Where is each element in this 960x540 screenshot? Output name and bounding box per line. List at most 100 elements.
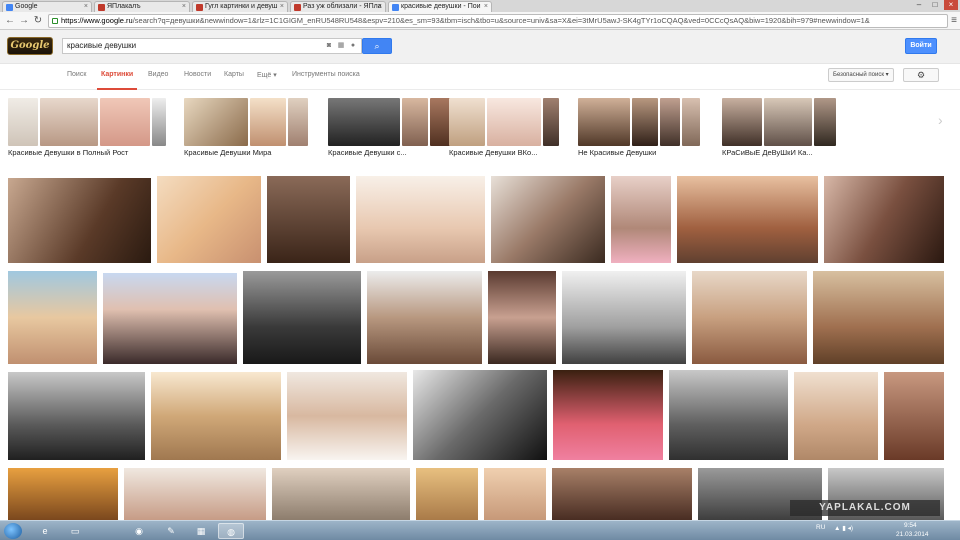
menu-icon[interactable]: ≡ — [948, 15, 960, 27]
signin-button[interactable]: Войти — [905, 38, 937, 54]
minimize-icon[interactable]: – — [912, 0, 926, 10]
image-result[interactable] — [692, 271, 807, 364]
tray-icons[interactable]: ▲ ▮ ◂) — [834, 524, 853, 532]
gear-icon[interactable]: ⚙ — [903, 68, 939, 82]
tab-images[interactable]: Картинки — [96, 71, 138, 90]
thumbnail — [449, 98, 485, 146]
related-item[interactable]: Красивые Девушки Мира — [184, 96, 308, 162]
image-result[interactable] — [243, 271, 361, 364]
related-item[interactable]: Красивые Девушки с... — [328, 96, 456, 162]
close-icon[interactable]: × — [484, 2, 488, 12]
camera-icon[interactable]: ◙ — [325, 42, 333, 50]
browser-tab[interactable]: ЯПлакалъ × — [94, 1, 190, 12]
tab-news[interactable]: Новости — [184, 71, 211, 78]
image-result[interactable] — [491, 176, 605, 263]
close-icon[interactable]: × — [182, 2, 186, 12]
image-result[interactable] — [272, 468, 410, 520]
image-result[interactable] — [356, 176, 485, 263]
image-result[interactable] — [884, 372, 944, 460]
chrome-icon[interactable]: ◍ — [218, 523, 244, 539]
url-path: /search?q=девушки&newwindow=1&rlz=1C1GIG… — [132, 16, 870, 25]
thumbnail — [814, 98, 836, 146]
close-icon[interactable]: × — [84, 2, 88, 12]
start-button[interactable] — [4, 523, 22, 539]
image-result[interactable] — [124, 468, 266, 520]
image-result[interactable] — [416, 468, 478, 520]
thumbnail — [288, 98, 308, 146]
close-icon[interactable]: × — [280, 2, 284, 12]
image-result[interactable] — [8, 271, 97, 364]
thumbnail — [660, 98, 680, 146]
thumbnail — [722, 98, 762, 146]
image-result[interactable] — [562, 271, 686, 364]
google-logo[interactable]: Google — [7, 37, 53, 55]
search-tabs: Поиск Картинки Видео Новости Карты Ещё ▾… — [0, 64, 960, 90]
image-result[interactable] — [677, 176, 818, 263]
yaplakal-favicon-icon — [196, 4, 203, 11]
image-result[interactable] — [287, 372, 407, 460]
lock-icon — [52, 18, 58, 24]
tab-search[interactable]: Поиск — [67, 71, 86, 78]
related-item[interactable]: Красивые Девушки ВКо... — [449, 96, 559, 162]
image-result[interactable] — [813, 271, 944, 364]
chevron-right-icon[interactable]: › — [938, 112, 943, 128]
image-result[interactable] — [794, 372, 878, 460]
tab-more[interactable]: Ещё ▾ — [257, 71, 277, 79]
keyboard-icon[interactable]: ▦ — [337, 42, 345, 50]
image-result[interactable] — [413, 370, 547, 460]
app-icon[interactable]: ✎ — [158, 523, 184, 539]
related-item[interactable]: КРаСиВыЕ ДеВуШкИ Ка... — [722, 96, 842, 162]
excel-icon[interactable]: ▦ — [188, 523, 214, 539]
yaplakal-favicon-icon — [294, 4, 301, 11]
app-icon[interactable]: ◉ — [126, 523, 152, 539]
thumbnail — [40, 98, 98, 146]
close-icon[interactable]: × — [378, 2, 382, 12]
microphone-icon[interactable]: ● — [349, 42, 357, 50]
thumbnail — [100, 98, 150, 146]
clock-time[interactable]: 9:54 — [904, 522, 917, 529]
reload-icon[interactable]: ↻ — [32, 15, 44, 27]
browser-tab[interactable]: Google × — [2, 1, 92, 12]
search-input[interactable]: красивые девушки ◙ ▦ ● — [62, 38, 362, 54]
related-label: КРаСиВыЕ ДеВуШкИ Ка... — [722, 148, 813, 157]
image-result[interactable] — [824, 176, 944, 263]
image-result[interactable] — [484, 468, 546, 520]
image-result[interactable] — [367, 271, 482, 364]
image-result[interactable] — [157, 176, 261, 263]
forward-icon[interactable]: → — [18, 15, 30, 27]
close-window-icon[interactable]: × — [944, 0, 958, 10]
safe-search-dropdown[interactable]: Безопасный поиск ▾ — [828, 68, 894, 82]
browser-tab[interactable]: Гугл картинки и девуш × — [192, 1, 288, 12]
tab-maps[interactable]: Карты — [224, 71, 244, 78]
tab-search-tools[interactable]: Инструменты поиска — [292, 71, 360, 78]
explorer-icon[interactable]: ▭ — [62, 523, 88, 539]
image-result[interactable] — [8, 372, 145, 460]
image-result[interactable] — [552, 468, 692, 520]
related-item[interactable]: Не Красивые Девушки — [578, 96, 702, 162]
maximize-icon[interactable]: □ — [928, 0, 942, 10]
image-result[interactable] — [488, 271, 556, 364]
back-icon[interactable]: ← — [4, 15, 16, 27]
language-indicator[interactable]: RU — [816, 524, 825, 531]
browser-tab[interactable]: Раз уж облизали - ЯПла × — [290, 1, 386, 12]
address-bar[interactable]: https://www.google.ru/search?q=девушки&n… — [48, 14, 948, 28]
tab-video[interactable]: Видео — [148, 71, 168, 78]
thumbnail — [487, 98, 541, 146]
search-button[interactable]: ⌕ — [362, 38, 392, 54]
related-item[interactable]: Красивые Девушки в Полный Рост — [8, 96, 168, 162]
browser-tab-active[interactable]: красивые девушки - Пои × — [388, 1, 492, 12]
related-label: Красивые Девушки ВКо... — [449, 148, 538, 157]
clock-date[interactable]: 21.03.2014 — [896, 531, 929, 538]
image-result[interactable] — [8, 468, 118, 520]
image-result[interactable] — [611, 176, 671, 263]
ie-icon[interactable]: e — [32, 523, 58, 539]
related-searches: Красивые Девушки в Полный Рост Красивые … — [0, 96, 960, 162]
image-result[interactable] — [669, 370, 788, 460]
image-result[interactable] — [267, 176, 350, 263]
related-label: Красивые Девушки в Полный Рост — [8, 148, 129, 157]
image-result[interactable] — [8, 178, 151, 263]
thumbnail — [328, 98, 400, 146]
image-result[interactable] — [151, 372, 281, 460]
image-result[interactable] — [103, 273, 237, 364]
image-result[interactable] — [553, 370, 663, 460]
